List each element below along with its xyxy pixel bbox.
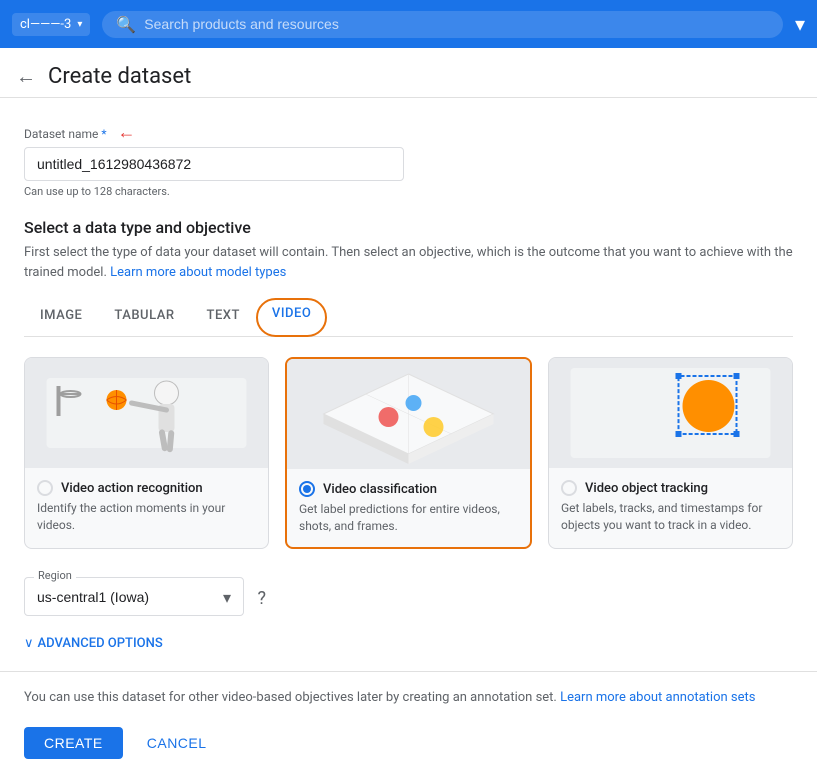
learn-more-annotation-sets-link[interactable]: Learn more about annotation sets [560,690,755,705]
region-wrapper: Region us-central1 (Iowa) us-east1 (Sout… [24,573,793,616]
topbar: cl———-3 ▾ 🔍 ▾ [0,0,817,48]
card-action-image [25,358,268,468]
card-action-description: Identify the action moments in your vide… [37,500,256,534]
tab-text[interactable]: TEXT [191,298,256,336]
card-classification-radio[interactable] [299,481,315,497]
card-tracking-title: Video object tracking [585,481,708,496]
card-classification-description: Get label predictions for entire videos,… [299,501,518,535]
section-description: First select the type of data your datas… [24,243,793,282]
data-type-tabs: IMAGE TABULAR TEXT VIDEO [24,298,793,337]
card-tracking-image [549,358,792,468]
project-selector[interactable]: cl———-3 ▾ [12,13,90,36]
tab-tabular[interactable]: TABULAR [98,298,190,336]
card-tracking-body: Video object tracking Get labels, tracks… [549,468,792,546]
divider [0,671,817,672]
advanced-options-label: ADVANCED OPTIONS [38,636,163,651]
advanced-options-chevron-icon: ∨ [24,636,34,651]
card-tracking-radio[interactable] [561,480,577,496]
tab-video[interactable]: VIDEO [256,298,327,337]
project-name: cl———-3 [20,17,71,32]
back-button[interactable]: ← [16,64,36,89]
search-input[interactable] [144,16,769,32]
region-select[interactable]: us-central1 (Iowa) us-east1 (South Carol… [37,589,223,605]
card-action-body: Video action recognition Identify the ac… [25,468,268,546]
region-help-icon[interactable]: ? [257,588,266,609]
red-arrow-icon: ← [118,122,136,143]
page-header: ← Create dataset [0,48,817,98]
dataset-name-field: Dataset name * ← Can use up to 128 chara… [24,122,793,198]
back-arrow-icon: ← [16,64,36,88]
page-title: Create dataset [48,64,191,89]
card-classification-title: Video classification [323,482,437,497]
region-chevron-icon: ▾ [223,588,231,607]
cancel-button[interactable]: CANCEL [135,727,219,759]
card-action-radio[interactable] [37,480,53,496]
search-icon: 🔍 [116,15,136,34]
footer-note: You can use this dataset for other video… [24,688,793,708]
advanced-options-toggle[interactable]: ∨ ADVANCED OPTIONS [24,636,793,651]
dataset-name-label: Dataset name * ← [24,122,793,143]
region-label: Region [34,569,76,582]
dataset-name-hint: Can use up to 128 characters. [24,185,793,198]
card-classification-radio-row: Video classification [299,481,518,497]
card-classification[interactable]: Video classification Get label predictio… [285,357,532,549]
learn-more-model-types-link[interactable]: Learn more about model types [110,265,286,280]
card-action-radio-row: Video action recognition [37,480,256,496]
card-classification-body: Video classification Get label predictio… [287,469,530,547]
card-classification-image [287,359,530,469]
video-objective-cards: Video action recognition Identify the ac… [24,357,793,549]
apps-chevron-icon[interactable]: ▾ [795,12,805,36]
search-bar: 🔍 [102,11,783,38]
card-action-recognition[interactable]: Video action recognition Identify the ac… [24,357,269,549]
content-area: Dataset name * ← Can use up to 128 chara… [0,98,817,783]
dataset-name-input[interactable] [24,147,404,181]
action-buttons: CREATE CANCEL [24,727,793,759]
section-heading: Select a data type and objective [24,218,793,237]
project-chevron-icon: ▾ [77,19,82,30]
card-tracking-description: Get labels, tracks, and timestamps for o… [561,500,780,534]
card-tracking-radio-row: Video object tracking [561,480,780,496]
card-object-tracking[interactable]: Video object tracking Get labels, tracks… [548,357,793,549]
tab-image[interactable]: IMAGE [24,298,98,336]
create-button[interactable]: CREATE [24,727,123,759]
card-action-title: Video action recognition [61,481,203,496]
region-box: us-central1 (Iowa) us-east1 (South Carol… [24,577,244,616]
